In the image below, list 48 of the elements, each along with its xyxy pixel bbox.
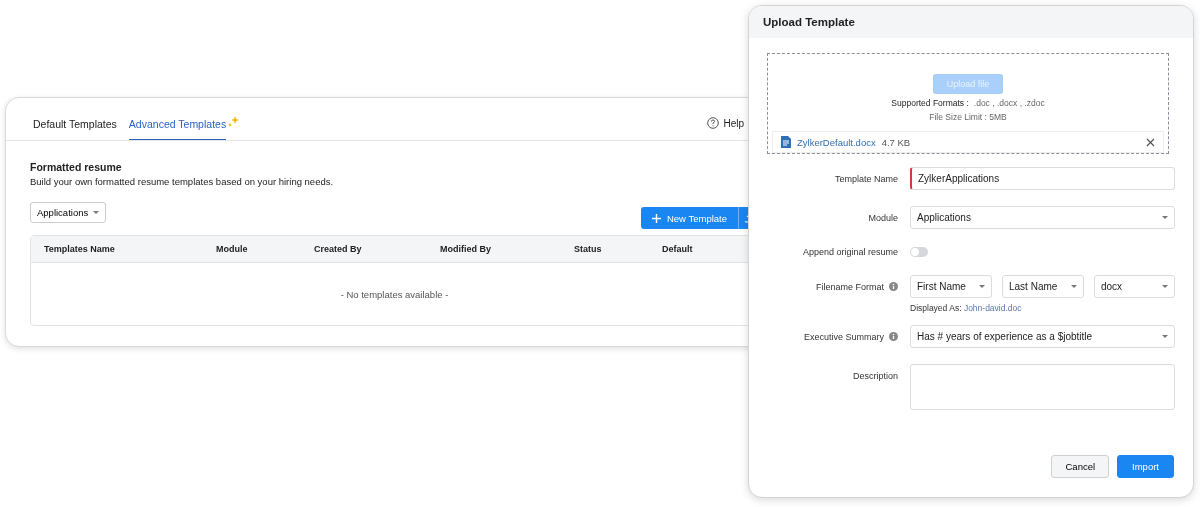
document-icon — [781, 136, 791, 148]
formats-value: .doc , .docx , .zdoc — [973, 98, 1045, 108]
hint-value: John-david.doc — [963, 303, 1022, 313]
column-header: Created By — [314, 244, 363, 254]
section-description: Build your own formatted resume templates based on your hiring needs. — [30, 176, 335, 187]
empty-message: - No templates available - — [340, 288, 449, 300]
caret-icon — [1162, 216, 1168, 219]
select-field[interactable]: Applications — [910, 206, 1175, 229]
select-field[interactable]: First Name — [910, 275, 992, 298]
caret-icon — [1162, 335, 1168, 338]
size-limit: File Size Limit : 5MB — [929, 112, 1007, 122]
import-button[interactable]: Import — [1117, 455, 1174, 478]
close-icon[interactable] — [1146, 137, 1155, 147]
column-header: Templates Name — [44, 244, 116, 254]
field-label: Filename Format — [815, 281, 884, 292]
select-field[interactable]: Last Name — [1002, 275, 1084, 298]
help-icon — [707, 117, 720, 129]
tab[interactable]: Default Templates — [33, 98, 117, 140]
template-name-field[interactable]: ZylkerApplications — [910, 167, 1175, 190]
select-field[interactable]: docx — [1094, 275, 1175, 298]
caret-icon — [1071, 285, 1077, 288]
column-header: Module — [216, 244, 249, 254]
dialog-title: Upload Template — [763, 16, 855, 28]
file-size: 4.7 KB — [881, 136, 911, 148]
field-label: Executive Summary — [803, 331, 884, 342]
file-name[interactable]: ZylkerDefault.docx — [797, 136, 876, 148]
field-label: Append original resume — [802, 247, 898, 257]
section-title: Formatted resume — [30, 161, 123, 173]
column-header: Status — [574, 244, 603, 254]
field-label: Description — [852, 370, 898, 381]
hint-label: Displayed As: — [910, 303, 962, 313]
column-header: Default — [662, 244, 693, 254]
field-label: Module — [868, 212, 898, 223]
caret-icon — [93, 211, 100, 214]
help-link[interactable]: Help — [707, 98, 744, 140]
cancel-button[interactable]: Cancel — [1051, 455, 1110, 478]
module-dropdown[interactable]: Applications — [30, 202, 107, 223]
column-header: Modified By — [440, 244, 492, 254]
description-field[interactable] — [910, 364, 1175, 410]
toggle-switch[interactable] — [910, 247, 928, 257]
new-template-button[interactable]: New Template — [640, 207, 738, 229]
tab[interactable]: Advanced Templates — [128, 98, 227, 140]
select-field[interactable]: Has # years of experience as a $jobtitle — [910, 325, 1175, 348]
plus-icon — [651, 213, 661, 223]
field-label: Template Name — [834, 173, 898, 184]
caret-icon — [979, 285, 985, 288]
caret-icon — [1162, 285, 1168, 288]
formats-label: Supported Formats : — [891, 98, 969, 108]
